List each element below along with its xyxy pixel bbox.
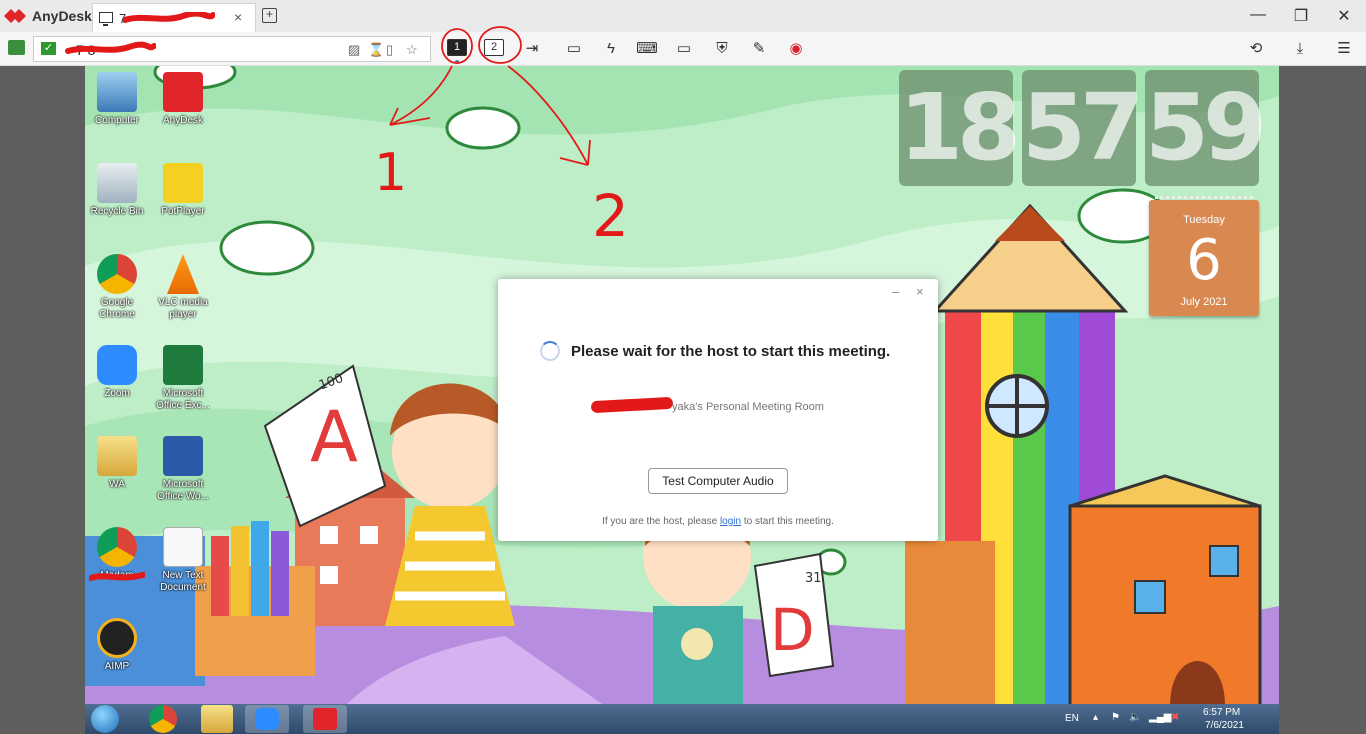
paper-a-grade: A [310, 396, 358, 478]
computer-icon [97, 72, 137, 112]
dialog-close-icon[interactable]: × [916, 284, 924, 299]
volume-icon[interactable]: 🔈 [1129, 712, 1141, 723]
start-button-icon[interactable] [91, 705, 119, 733]
close-button[interactable]: ✕ [1334, 6, 1354, 26]
folder-icon [97, 436, 137, 476]
redaction-scribble-address [65, 41, 156, 54]
clipboard-icon[interactable]: ▯ [386, 42, 393, 58]
login-link[interactable]: login [720, 516, 741, 527]
verified-check-icon: ✓ [41, 42, 56, 55]
whiteboard-pen-icon[interactable]: ✎ [748, 39, 770, 59]
word-icon [163, 436, 203, 476]
recycle-bin-icon [97, 163, 137, 203]
download-file-icon[interactable]: ⤓ [1289, 39, 1311, 59]
display-1-button[interactable]: 1 [447, 39, 467, 56]
desktop-icon-new-text-document[interactable]: New Text Document [149, 527, 217, 594]
desktop-icon-word[interactable]: Microsoft Office Wo... [149, 436, 217, 503]
dialog-footer: If you are the host, please login to sta… [602, 516, 834, 527]
desktop-icon-google-chrome[interactable]: Google Chrome [85, 254, 151, 321]
chat-icon[interactable]: ▭ [563, 39, 585, 59]
system-tray: EN ▴ ⚑ 🔈 ▂▄▆ ✖ 6:57 PM 7/6/2021 [1065, 704, 1279, 734]
loading-spinner-icon [540, 341, 560, 361]
desktop-icon-recycle-bin[interactable]: Recycle Bin [85, 163, 151, 218]
display-2-button[interactable]: 2 [484, 39, 504, 56]
action-center-icon[interactable]: ⚑ [1111, 712, 1120, 723]
screen-off-icon[interactable]: ▨ [348, 42, 360, 58]
anydesk-icon [313, 708, 337, 730]
paper-d-score: 31 [805, 571, 822, 586]
desktop-icon-excel[interactable]: Microsoft Office Exc... [149, 345, 217, 412]
clock-minutes: 57 [1022, 70, 1144, 186]
tab-close-icon[interactable]: × [234, 9, 242, 25]
potplayer-icon [163, 163, 203, 203]
desktop-icon-potplayer[interactable]: PotPlayer [149, 163, 217, 218]
display-settings-icon[interactable]: ▭ [673, 39, 695, 59]
desktop-icon-zoom[interactable]: Zoom [85, 345, 151, 400]
taskbar-anydesk-icon[interactable] [303, 705, 347, 733]
session-tab[interactable]: 7 × [92, 3, 256, 32]
chrome-icon [97, 254, 137, 294]
calendar-weekday: Tuesday [1183, 214, 1225, 226]
remote-desktop-view[interactable]: A 100 D 31 Computer AnyDesk Recycle Bin … [85, 66, 1279, 734]
zoom-icon [255, 708, 279, 730]
desktop-icon-wa-folder[interactable]: WA [85, 436, 151, 491]
desktop-icon-vlc[interactable]: VLC media player [149, 254, 217, 321]
record-session-icon[interactable]: ◉ [785, 39, 807, 59]
desktop-calendar-widget: Tuesday 6 July 2021 [1149, 196, 1259, 316]
dialog-minimize-icon[interactable]: – [892, 284, 899, 299]
menu-hamburger-icon[interactable]: ☰ [1333, 39, 1355, 59]
connection-status-icon[interactable] [8, 40, 25, 55]
redaction-scribble-tab [123, 12, 215, 23]
taskbar-chrome-icon[interactable] [149, 705, 177, 733]
desktop-icon-aimp[interactable]: AIMP [85, 618, 151, 673]
excel-icon [163, 345, 203, 385]
minimize-button[interactable]: — [1248, 6, 1268, 24]
chrome-icon [97, 527, 137, 567]
app-title: AnyDesk [32, 8, 92, 24]
favorite-star-icon[interactable]: ☆ [406, 42, 418, 58]
clock-seconds: 59 [1145, 70, 1267, 186]
power-alert-icon[interactable]: ✖ [1171, 712, 1179, 723]
active-display-indicator [455, 60, 459, 64]
permissions-shield-icon[interactable]: ⛨ [711, 39, 733, 59]
clock-hours: 18 [899, 70, 1021, 186]
redaction-scribble-icon-label [89, 572, 145, 581]
taskbar-time[interactable]: 6:57 PM [1203, 707, 1240, 718]
calendar-day: 6 [1186, 228, 1222, 293]
address-bar[interactable]: ✓ 7 8 ▨ ⌛ ▯ ☆ [33, 36, 431, 62]
actions-lightning-icon[interactable]: ϟ [600, 39, 622, 59]
dialog-title: Please wait for the host to start this m… [571, 343, 891, 360]
maximize-button[interactable]: ❐ [1291, 6, 1311, 26]
desktop-icon-anydesk[interactable]: AnyDesk [149, 72, 217, 127]
calendar-rings [1155, 196, 1253, 204]
text-document-icon [163, 527, 203, 567]
calendar-month-year: July 2021 [1180, 296, 1228, 308]
session-toolbar: ✓ 7 8 ▨ ⌛ ▯ ☆ 1 2 ⇥ ▭ ϟ ⌨ ▭ ⛨ ✎ ◉ ⟲ ⤓ ☰ [0, 32, 1366, 66]
remote-taskbar: EN ▴ ⚑ 🔈 ▂▄▆ ✖ 6:57 PM 7/6/2021 [85, 704, 1279, 734]
monitor-icon [99, 12, 113, 26]
keyboard-icon[interactable]: ⌨ [636, 39, 658, 59]
taskbar-date[interactable]: 7/6/2021 [1205, 720, 1244, 731]
title-bar: AnyDesk 7 × + — ❐ ✕ [0, 0, 1366, 32]
history-icon[interactable]: ⟲ [1245, 39, 1267, 59]
aimp-icon [97, 618, 137, 658]
network-icon[interactable]: ▂▄▆ [1149, 712, 1171, 723]
anydesk-logo-icon [4, 9, 26, 23]
vlc-icon [167, 254, 199, 294]
hourglass-icon[interactable]: ⌛ [368, 42, 384, 58]
paper-d-grade: D [770, 596, 815, 664]
taskbar-explorer-icon[interactable] [201, 705, 233, 733]
anydesk-icon [163, 72, 203, 112]
test-computer-audio-button[interactable]: Test Computer Audio [648, 468, 788, 494]
zoom-waiting-dialog: – × Please wait for the host to start th… [498, 279, 938, 541]
taskbar-zoom-icon[interactable] [245, 705, 289, 733]
desktop-icon-computer[interactable]: Computer [85, 72, 151, 127]
show-hidden-icons-icon[interactable]: ▴ [1093, 712, 1098, 723]
zoom-icon [97, 345, 137, 385]
new-tab-button[interactable]: + [262, 8, 277, 23]
switch-sides-icon[interactable]: ⇥ [521, 39, 543, 59]
language-indicator[interactable]: EN [1065, 713, 1079, 724]
meeting-room-name: yaka's Personal Meeting Room [672, 401, 824, 413]
